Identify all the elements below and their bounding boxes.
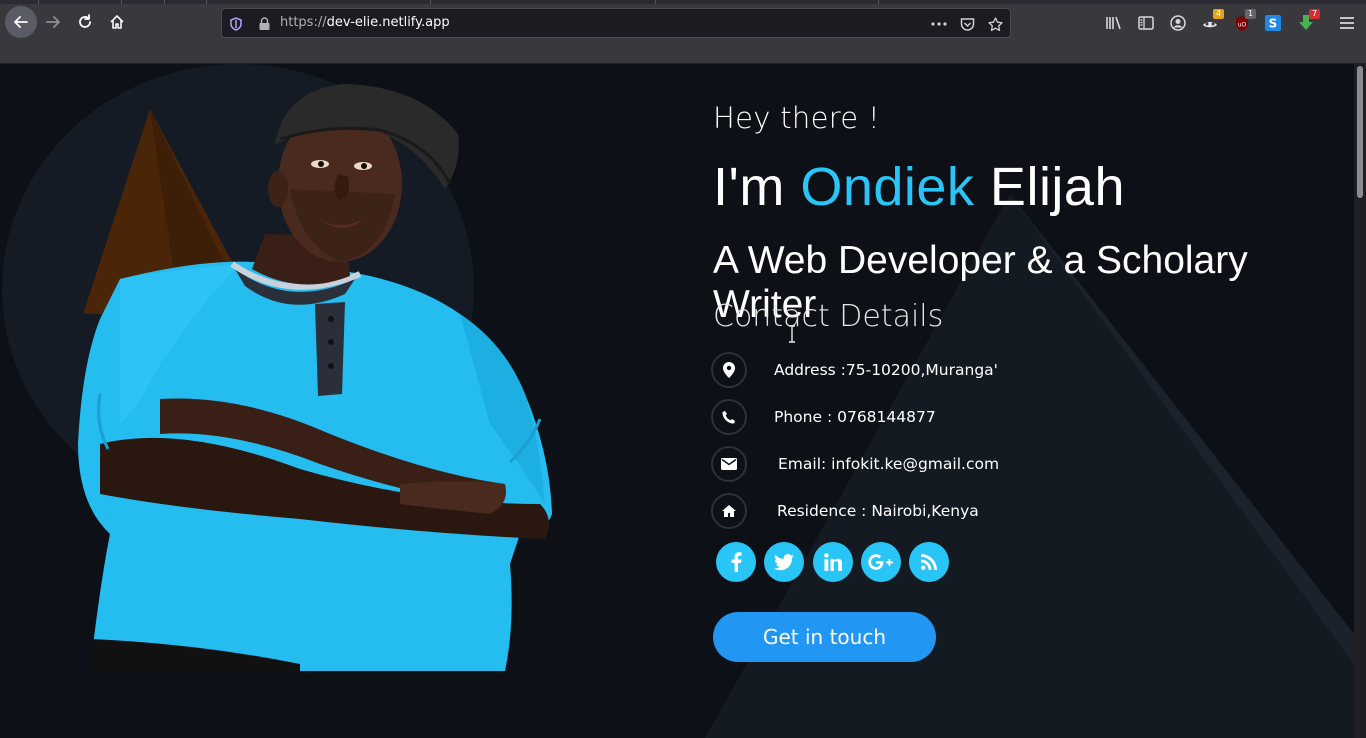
downloads-button[interactable]: 7 [1296,9,1320,33]
account-button[interactable] [1168,13,1188,33]
padlock-icon [259,17,269,30]
home-icon [110,15,124,29]
tab-separator [430,0,431,4]
contact-heading: Contact Details [713,299,944,334]
envelope-icon [711,446,747,482]
svg-text:uO: uO [1238,21,1247,28]
url-host: dev-elie.netlify.app [326,15,450,30]
tracking-protection-icon[interactable] [228,16,244,32]
extension-button-1[interactable]: 4 [1200,9,1224,33]
arrow-left-icon [14,16,28,28]
ublock-badge: 1 [1245,9,1256,19]
tab-separator [38,0,39,4]
ellipsis-icon [931,22,947,26]
name-prefix: I'm [713,157,801,217]
svg-text:S: S [1269,17,1278,31]
ublock-button[interactable]: uO 1 [1232,9,1256,33]
url-text[interactable]: https://dev-elie.netlify.app [280,15,450,30]
reload-icon [79,14,91,28]
s-extension-icon: S [1265,15,1281,31]
home-button[interactable] [102,7,132,37]
pocket-icon[interactable] [959,16,975,32]
page-actions-icon[interactable] [931,16,947,32]
page-content: Hey there ! I'm Ondiek Elijah A Web Deve… [0,64,1354,738]
downloads-badge: 7 [1309,9,1320,19]
library-button[interactable] [1104,13,1124,33]
text-cursor-icon [789,325,795,343]
pocket-shape-icon [960,18,974,31]
url-bar[interactable]: https://dev-elie.netlify.app [221,8,1011,38]
address-text: Address :75-10200,Muranga' [774,361,998,379]
bookmarks-bar [0,46,1366,64]
residence-text: Residence : Nairobi,Kenya [777,502,979,520]
profile-photo [78,84,552,671]
name-heading: I'm Ondiek Elijah [713,156,1125,218]
star-icon [987,16,1003,31]
browser-toolbar: https://dev-elie.netlify.app 4 uO 1 S 7 [0,0,1366,46]
home-icon [711,493,747,529]
facebook-button[interactable] [716,542,756,582]
forward-button[interactable] [38,7,68,37]
tab-separator [206,0,207,4]
tab-separator [878,0,879,4]
map-marker-icon [711,352,747,388]
first-name: Ondiek [800,157,975,217]
bookmark-star-icon[interactable] [987,16,1003,32]
phone-text: Phone : 0768144877 [774,408,936,426]
tab-separator [121,0,122,4]
url-scheme: https:// [280,15,327,30]
tab-separator [164,0,165,4]
menu-button[interactable] [1337,13,1357,33]
shield-icon [230,17,242,31]
greeting-text: Hey there ! [713,101,880,135]
linkedin-icon [824,553,842,571]
page-scrollbar[interactable] [1354,64,1366,738]
linkedin-button[interactable] [813,542,853,582]
phone-icon [711,399,747,435]
rss-button[interactable] [909,542,949,582]
last-name: Elijah [974,157,1125,217]
lock-icon[interactable] [256,16,272,32]
arrow-right-icon [46,16,60,28]
contact-item-residence: Residence : Nairobi,Kenya [711,493,979,529]
google-plus-icon [868,554,893,570]
tab-strip [0,0,1366,4]
sidebar-button[interactable] [1136,13,1156,33]
google-plus-button[interactable] [861,542,901,582]
get-in-touch-button[interactable]: Get in touch [713,612,936,662]
email-text: Email: infokit.ke@gmail.com [778,455,1000,473]
library-icon [1106,16,1121,30]
hamburger-icon [1340,17,1354,29]
reload-button[interactable] [70,7,100,37]
twitter-icon [774,553,794,570]
contact-item-phone: Phone : 0768144877 [711,399,936,435]
sidebar-icon [1138,16,1154,30]
extension-badge: 4 [1213,9,1224,19]
twitter-button[interactable] [764,542,804,582]
account-icon [1170,15,1186,31]
rss-icon [921,554,937,570]
tab-separator [655,0,656,4]
extension-button-s[interactable]: S [1263,13,1283,33]
contact-item-email: Email: infokit.ke@gmail.com [711,446,999,482]
contact-item-address: Address :75-10200,Muranga' [711,352,998,388]
back-button[interactable] [5,6,37,38]
scrollbar-thumb[interactable] [1357,66,1363,198]
facebook-icon [731,552,742,572]
